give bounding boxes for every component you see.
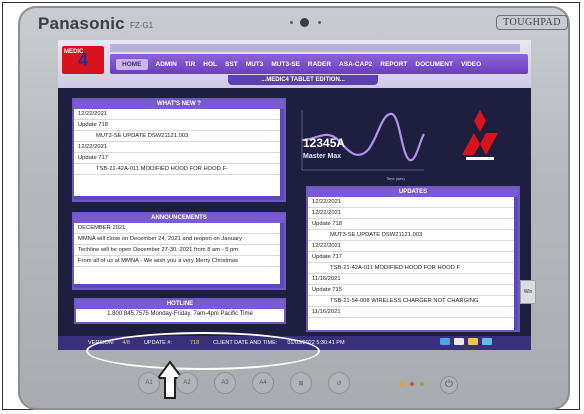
header: MEDIC 4 HOME ADMIN TIR HOL SST MUT3 MUT3-SE RADE… [58, 40, 531, 88]
chart-label: Master Max [303, 153, 342, 160]
screen: MEDIC 4 HOME ADMIN TIR HOL SST MUT3 MUT3-SE RADE… [58, 40, 531, 350]
list-item[interactable]: 12/22/2021 [308, 208, 518, 219]
list-item[interactable]: From all of us at MMNA - We wish you a v… [74, 256, 284, 267]
charge-led-icon [410, 382, 414, 386]
announcements-panel: ANNOUNCEMENTS DECEMBER 2021 MMNA will clo… [72, 212, 286, 290]
network-icon[interactable] [440, 338, 450, 345]
list-item[interactable]: TSB-21-54-008 WIRELESS CHARGER NOT CHARG… [308, 296, 518, 307]
chart-value: 12345A [303, 136, 346, 150]
horizontal-scrollbar[interactable] [74, 196, 284, 200]
scrollbar[interactable] [514, 197, 518, 330]
sensor-dot-icon [318, 21, 321, 24]
device-brand: Panasonic [38, 14, 125, 33]
power-button[interactable]: ⏻ [440, 376, 458, 394]
tab-document[interactable]: DOCUMENT [407, 61, 453, 68]
hardware-button[interactable]: ↺ [328, 372, 350, 394]
sensor-dot-icon [290, 21, 293, 24]
logo-text: MEDIC [64, 49, 84, 55]
system-tray [440, 338, 492, 345]
list-item[interactable]: 11/16/2021 [308, 274, 518, 285]
list-item[interactable]: Update 715 [308, 285, 518, 296]
edition-label: ...MEDIC4 TABLET EDITION... [228, 75, 378, 85]
tab-admin[interactable]: ADMIN [148, 61, 177, 68]
whats-new-panel: WHAT'S NEW ? 12/22/2021 Update 718 MUT3-SE… [72, 98, 286, 202]
list-item[interactable]: Update 718 [308, 219, 518, 230]
hotline-number: 1.800.845.7575 Monday-Friday, 7am-4pm Pa… [107, 311, 253, 317]
tab-home[interactable]: HOME [116, 58, 148, 70]
scrollbar[interactable] [280, 109, 284, 200]
list-item[interactable]: Update 718 [74, 120, 284, 131]
battery-led-icon [400, 382, 404, 386]
list-item[interactable]: DECEMBER 2021 [74, 223, 284, 234]
tray-icon[interactable] [454, 338, 464, 345]
main-tabs: HOME ADMIN TIR HOL SST MUT3 MUT3-SE RADER ASA-CA… [110, 54, 528, 74]
list-item[interactable]: 12/22/2021 [308, 241, 518, 252]
tab-sst[interactable]: SST [217, 61, 238, 68]
scrollbar[interactable] [280, 223, 284, 288]
tab-asa-cap2[interactable]: ASA-CAP2 [331, 61, 372, 68]
highlight-ellipse [86, 332, 320, 370]
list-item[interactable]: Update 717 [308, 252, 518, 263]
tab-rader[interactable]: RADER [300, 61, 331, 68]
hardware-button[interactable]: A2 [176, 372, 198, 394]
list-item[interactable]: 11/16/2021 [308, 307, 518, 318]
hardware-button[interactable]: ⊞ [290, 372, 312, 394]
list-item[interactable]: 12/22/2021 [74, 109, 284, 120]
hardware-button-row: A1 A2 A3 A4 ⊞ ↺ [138, 372, 368, 398]
browser-icon[interactable] [482, 338, 492, 345]
list-item[interactable]: 12/22/2021 [74, 142, 284, 153]
app-logo[interactable]: MEDIC 4 [62, 46, 104, 74]
status-led-icon [420, 382, 424, 386]
list-item[interactable]: 12/22/2021 [308, 197, 518, 208]
tab-hol[interactable]: HOL [195, 61, 217, 68]
updates-panel: UPDATES 12/22/2021 12/22/2021 Update 718 MU… [306, 186, 520, 332]
list-item[interactable]: Update 717 [74, 153, 284, 164]
list-item[interactable]: TSB-21-42A-011 MODIFIED HOOD FOR HOOD F- [74, 164, 284, 175]
whats-new-list: 12/22/2021 Update 718 MUT3-SE UPDATE DSW21… [74, 109, 284, 175]
tab-mut3[interactable]: MUT3 [238, 61, 264, 68]
list-item[interactable]: MUT3-SE UPDATE DSW21121.003 [74, 131, 284, 142]
hotline-panel: HOTLINE 1.800.845.7575 Monday-Friday, 7a… [74, 298, 286, 324]
header-strip [110, 44, 520, 52]
hotline-title: HOTLINE [76, 300, 284, 309]
list-item[interactable]: Techline will be open December 27-30, 20… [74, 245, 284, 256]
list-item[interactable]: MMNA will close on December 24, 2021 and… [74, 234, 284, 245]
announcements-title: ANNOUNCEMENTS [74, 214, 284, 223]
mitsubishi-logo [462, 110, 498, 160]
tab-mut3-se[interactable]: MUT3-SE [263, 61, 300, 68]
list-item[interactable]: MUT3-SE UPDATE DSW21121.003 [308, 230, 518, 241]
tab-tir[interactable]: TIR [177, 61, 195, 68]
hardware-button[interactable]: A3 [214, 372, 236, 394]
device-badge: TOUGHPAD [496, 15, 568, 30]
announcements-list: DECEMBER 2021 MMNA will close on December… [74, 223, 284, 267]
tab-report[interactable]: REPORT [372, 61, 407, 68]
hardware-button[interactable]: A1 [138, 372, 160, 394]
horizontal-scrollbar[interactable] [74, 284, 284, 288]
device-model: FZ-G1 [130, 21, 154, 30]
updates-list: 12/22/2021 12/22/2021 Update 718 MUT3-SE UP… [308, 197, 518, 318]
x-axis-label: Time (sec) [386, 176, 405, 181]
list-item[interactable]: TSB-21-42A-011 MODIFIED HOOD FOR HOOD F [308, 263, 518, 274]
whats-new-title: WHAT'S NEW ? [74, 100, 284, 109]
folder-icon[interactable] [468, 338, 478, 345]
tab-video[interactable]: VIDEO [453, 61, 481, 68]
camera-icon [300, 18, 309, 27]
windows-sticker: Win [520, 280, 536, 304]
hardware-button[interactable]: A4 [252, 372, 274, 394]
updates-title: UPDATES [308, 188, 518, 197]
